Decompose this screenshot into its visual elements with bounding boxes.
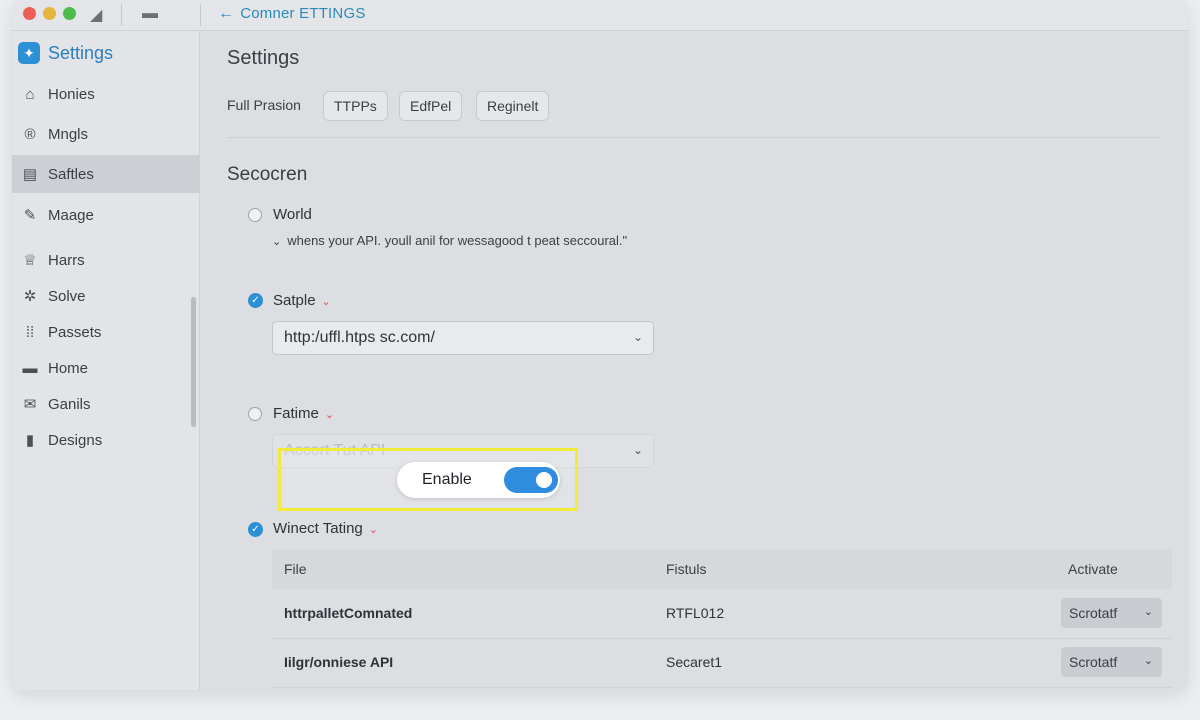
row-file: Iilgr/onniese API [284, 654, 394, 670]
option-label-winect: Winect Tating ⌄ [273, 520, 378, 537]
option-label-satple: Satple ⌄ [273, 292, 331, 309]
page-title: Settings [227, 47, 300, 69]
toolbar-divider [200, 4, 201, 26]
option-label-winect-text: Winect Tating [273, 520, 363, 537]
sidebar-item-solve[interactable]: ✲ Solve [12, 277, 199, 315]
mail-icon: ✉ [23, 396, 37, 413]
radio-fatime[interactable] [248, 407, 262, 421]
chevron-down-icon[interactable]: ⌄ [325, 409, 334, 421]
registered-icon: ® [24, 125, 36, 143]
column-header-file: File [284, 561, 307, 577]
checkbox-satple[interactable]: ✓ [248, 293, 263, 308]
wrench-icon: ✎ [23, 207, 37, 224]
sidebar-item-label: Mngls [48, 125, 89, 143]
chevron-down-icon: ⌄ [1143, 655, 1153, 667]
folder-icon[interactable]: ▬ [142, 5, 158, 23]
sidebar-item-maage[interactable]: ✎ Maage [12, 196, 199, 234]
house-icon: ⌂ [25, 85, 35, 103]
settings-logo-icon: ✦ [18, 42, 40, 64]
chevron-down-icon: ⌄ [632, 330, 643, 344]
permission-label: Full Prasion [227, 97, 301, 113]
card-icon: ▤ [22, 166, 38, 183]
document-icon: ▮ [25, 432, 35, 449]
chip-edfpel[interactable]: EdfPel [399, 91, 463, 121]
sidebar-item-label: Passets [48, 323, 102, 341]
sidebar-item-ganils[interactable]: ✉ Ganils [12, 385, 199, 423]
chevron-down-icon: ⌄ [632, 443, 643, 457]
chip-ttpps[interactable]: TTPPs [323, 91, 388, 121]
table-header: File Fistuls Activate [272, 549, 1172, 589]
chip-reginelt[interactable]: Reginelt [476, 91, 550, 121]
satple-url-select[interactable]: http:/uffl.htps sc.com/ ⌄ [272, 321, 654, 355]
toolbar-divider [121, 4, 122, 26]
sidebar-title: Settings [48, 42, 114, 63]
maximize-window-button[interactable] [63, 7, 76, 20]
sidebar-item-label: Solve [48, 287, 86, 305]
option-description: ⌄ whens your API. youll anil for wessagoo… [272, 233, 627, 248]
back-arrow-icon: ← [218, 5, 235, 22]
minimize-window-button[interactable] [43, 7, 56, 20]
sidebar-item-label: Designs [48, 431, 103, 449]
row-file: httrpalletComnated [284, 605, 413, 621]
sidebar-item-honies[interactable]: ⌂ Honies [12, 75, 199, 113]
option-label-fatime-text: Fatime [273, 405, 319, 422]
row-action-value: Scrotatf [1069, 654, 1118, 670]
table-row: Iilgr/onniese API Secaret1 Scrotatf ⌄ [272, 639, 1172, 688]
option-label-satple-text: Satple [273, 292, 316, 309]
sidebar-item-harrs[interactable]: ♕ Harrs [12, 241, 199, 279]
column-header-status: Fistuls [666, 561, 707, 577]
option-description-text: whens your API. youll anil for wessagood… [287, 233, 628, 248]
row-status: RTFL012 [666, 605, 725, 621]
sidebar-item-label: Maage [48, 206, 94, 224]
column-header-activate: Activate [1068, 561, 1118, 577]
sidebar-item-home[interactable]: ▬ Home [12, 349, 199, 387]
sidebar-header[interactable]: ✦ Settings [18, 40, 113, 66]
chart-icon[interactable]: ◢ [90, 5, 102, 25]
row-action-value: Scrotatf [1069, 605, 1118, 621]
gears-icon: ✲ [23, 288, 37, 305]
sidebar-item-label: Harrs [48, 251, 85, 269]
enable-label: Enable [422, 471, 472, 488]
sidebar-item-label: Honies [48, 85, 95, 103]
back-link[interactable]: ← Comner ETTINGS [218, 5, 366, 23]
close-window-button[interactable] [23, 7, 36, 20]
grid-icon: ⁞⁞ [25, 323, 35, 341]
option-label-fatime: Fatime ⌄ [273, 405, 334, 422]
row-status: Secaret1 [666, 654, 723, 670]
option-label-world: World [273, 206, 312, 223]
settings-window: ◢ ▬ ← Comner ETTINGS ✦ Settings ⌂ Honies … [12, 0, 1188, 690]
radio-world[interactable] [248, 208, 262, 222]
chevron-down-icon: ⌄ [1143, 606, 1153, 618]
sidebar-item-saftles[interactable]: ▤ Saftles [12, 155, 199, 193]
sidebar-item-passets[interactable]: ⁞⁞ Passets [12, 313, 199, 351]
checkbox-winect-tating[interactable]: ✓ [248, 522, 263, 537]
sidebar-scrollbar[interactable] [191, 297, 196, 427]
main-content: Settings Full Prasion TTPPs EdfPel Regin… [200, 31, 1188, 690]
section-divider [227, 137, 1161, 138]
section-title: Secocren [227, 164, 308, 185]
chevron-down-icon[interactable]: ⌄ [369, 524, 378, 536]
row-action-select[interactable]: Scrotatf ⌄ [1061, 647, 1162, 677]
chevron-down-icon[interactable]: ⌄ [322, 296, 331, 308]
enable-toggle[interactable] [504, 467, 558, 493]
sidebar-item-label: Ganils [48, 395, 91, 413]
toggle-knob [536, 472, 552, 488]
row-action-select[interactable]: Scrotatf ⌄ [1061, 598, 1162, 628]
title-bar: ◢ ▬ ← Comner ETTINGS [12, 0, 1188, 31]
files-table: File Fistuls Activate httrpalletComnated… [272, 549, 1172, 690]
sidebar: ✦ Settings ⌂ Honies ® Mngls ▤ Saftles ✎ … [12, 31, 200, 690]
sidebar-item-label: Saftles [48, 165, 94, 183]
back-link-label: Comner ETTINGS [240, 5, 366, 22]
basket-icon: ♕ [23, 252, 37, 269]
chevron-down-icon: ⌄ [272, 236, 282, 248]
sidebar-item-mngls[interactable]: ® Mngls [12, 115, 199, 153]
sidebar-item-designs[interactable]: ▮ Designs [12, 421, 199, 459]
satple-url-value: http:/uffl.htps sc.com/ [284, 329, 435, 346]
table-row: httrpalletComnated RTFL012 Scrotatf ⌄ [272, 590, 1172, 639]
enable-control: Enable [397, 462, 560, 498]
sidebar-item-label: Home [48, 359, 89, 377]
tray-icon: ▬ [22, 359, 38, 377]
